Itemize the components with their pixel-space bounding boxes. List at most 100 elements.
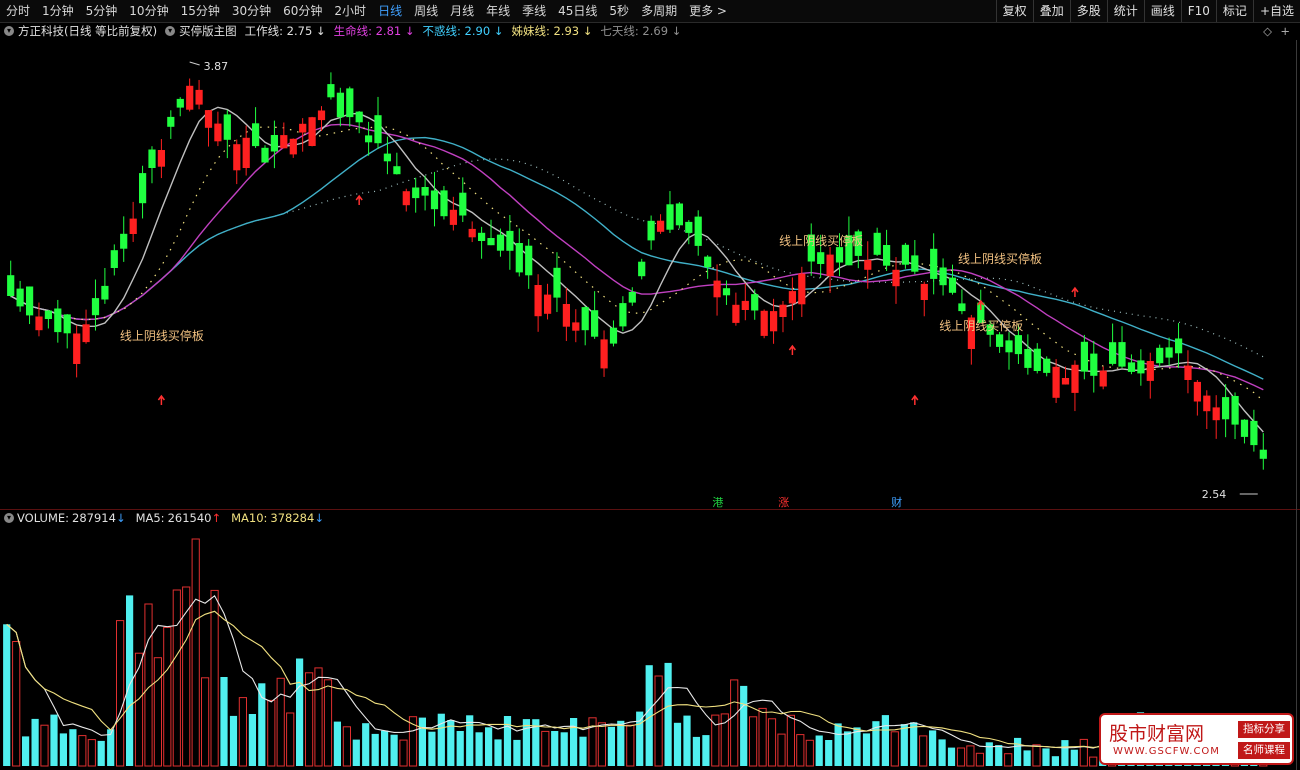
chart-name[interactable]: 买停版主图 [179, 23, 237, 39]
timeframe-tab[interactable]: 日线 [372, 0, 408, 22]
volume-bar [22, 736, 30, 766]
candle-body [883, 245, 891, 266]
toolbar-button[interactable]: 叠加 [1032, 0, 1070, 22]
candle-body [1080, 341, 1088, 372]
volume-settings-icon[interactable]: ▾ [4, 513, 14, 523]
seven-day-dotted-line [10, 158, 1264, 358]
candle-body [628, 291, 636, 303]
toolbar-button[interactable]: 统计 [1106, 0, 1144, 22]
toolbar-button[interactable]: F10 [1180, 0, 1216, 22]
timeframe-tab[interactable]: 5秒 [603, 0, 635, 22]
timeframe-tab[interactable]: 15分钟 [175, 0, 226, 22]
volume-bar [1023, 750, 1031, 766]
candle-body [1071, 364, 1079, 393]
volume-bar [296, 658, 304, 766]
volume-bar [69, 729, 77, 766]
toolbar-button[interactable]: 多股 [1069, 0, 1107, 22]
volume-bar [815, 735, 823, 766]
candle-body [675, 203, 683, 226]
candle-body [26, 286, 34, 316]
timeframe-tab[interactable]: 年线 [480, 0, 516, 22]
candle-body [308, 117, 316, 146]
price-chart[interactable]: 3.872.54线上阴线买停板线上阴线买停板线上阴线买停板线上阴线买停板港涨财 [0, 40, 1296, 509]
candle-body [1099, 370, 1107, 387]
timeframe-tab[interactable]: 多周期 [635, 0, 683, 22]
volume-bar [399, 739, 408, 767]
candle-body [120, 233, 128, 249]
candle-body [920, 283, 928, 300]
timeframe-tab[interactable]: 月线 [444, 0, 480, 22]
buy-arrow [157, 394, 165, 405]
volume-bar [201, 677, 210, 767]
life-line [10, 123, 1264, 391]
candle-body [129, 218, 137, 234]
candle-body [591, 310, 599, 337]
volume-bar [560, 732, 568, 766]
candle-body [930, 248, 938, 279]
volume-bar [381, 730, 389, 766]
timeframe-tab[interactable]: 60分钟 [277, 0, 328, 22]
volume-bar [626, 724, 635, 767]
volume-bar [570, 718, 578, 766]
plus-icon[interactable]: + [1280, 24, 1290, 38]
candle-body [1212, 407, 1220, 421]
timeframe-tab[interactable]: 10分钟 [123, 0, 174, 22]
timeframe-tab[interactable]: 季线 [516, 0, 552, 22]
toolbar-button[interactable]: 画线 [1143, 0, 1181, 22]
period-toolbar: 分时 1分钟 5分钟 10分钟 15分钟 30分钟 60分钟 2小时 日线 周线 月线 年线 季线 45日… [0, 0, 1300, 23]
candle-body [760, 310, 768, 336]
candle-body [214, 123, 222, 142]
volume-bar [929, 730, 937, 766]
stock-name: 方正科技(日线 等比前复权) [18, 24, 158, 38]
volume-bar [456, 731, 464, 766]
signal-text: 线上阴线买停板 [779, 233, 863, 248]
toolbar-button[interactable]: 复权 [995, 0, 1033, 22]
volume-bar [664, 662, 672, 766]
timeframe-tab[interactable]: 45日线 [552, 0, 603, 22]
volume-bar [172, 589, 181, 767]
timeframe-tab[interactable]: 2小时 [328, 0, 372, 22]
diamond-icon[interactable]: ◇ [1263, 24, 1272, 38]
event-marker: 涨 [778, 496, 789, 509]
candle-body [1118, 342, 1126, 367]
buy-arrow [1071, 286, 1079, 297]
watermark-logo: 股市财富网 WWW.GSCFW.COM 指标分享 名师课程 [1099, 713, 1294, 765]
toolbar-button[interactable]: +自选 [1252, 0, 1300, 22]
timeframe-tab[interactable]: 更多 > [683, 0, 733, 22]
candle-body [638, 261, 646, 277]
candle-body [1127, 362, 1136, 372]
candle-body [798, 273, 806, 305]
candle-body [1090, 353, 1098, 376]
volume-bar [12, 641, 21, 767]
watermark-title: 股市财富网 [1109, 723, 1205, 745]
toolbar-button[interactable]: 标记 [1215, 0, 1253, 22]
timeframe-tab[interactable]: 分时 [0, 0, 36, 22]
buy-arrow [911, 394, 919, 405]
timeframe-tab[interactable]: 5分钟 [80, 0, 124, 22]
candle-body [713, 280, 721, 298]
volume-bar [276, 677, 285, 767]
volume-bar [890, 731, 899, 767]
candle-body [1231, 396, 1239, 425]
volume-bar [767, 718, 777, 767]
timeframe-tab[interactable]: 1分钟 [36, 0, 80, 22]
settings-icon[interactable]: ▾ [4, 26, 14, 36]
candle-body [73, 333, 81, 364]
candle-body [327, 84, 335, 98]
candle-body [1193, 381, 1201, 402]
candle-body [1165, 347, 1173, 358]
volume-bar [87, 739, 96, 767]
candle-body [270, 135, 278, 152]
timeframe-tab[interactable]: 30分钟 [226, 0, 277, 22]
candle-body [139, 173, 147, 204]
candle-body [609, 327, 618, 344]
indicator-menu-icon[interactable]: ▾ [165, 26, 176, 36]
volume-bar [352, 739, 360, 766]
timeframe-tab[interactable]: 周线 [408, 0, 444, 22]
volume-bar [825, 740, 833, 766]
high-pointer [189, 61, 200, 66]
candle-body [204, 110, 213, 128]
volume-bar [636, 711, 644, 766]
volume-bar [182, 586, 191, 767]
candle-body [619, 303, 627, 327]
